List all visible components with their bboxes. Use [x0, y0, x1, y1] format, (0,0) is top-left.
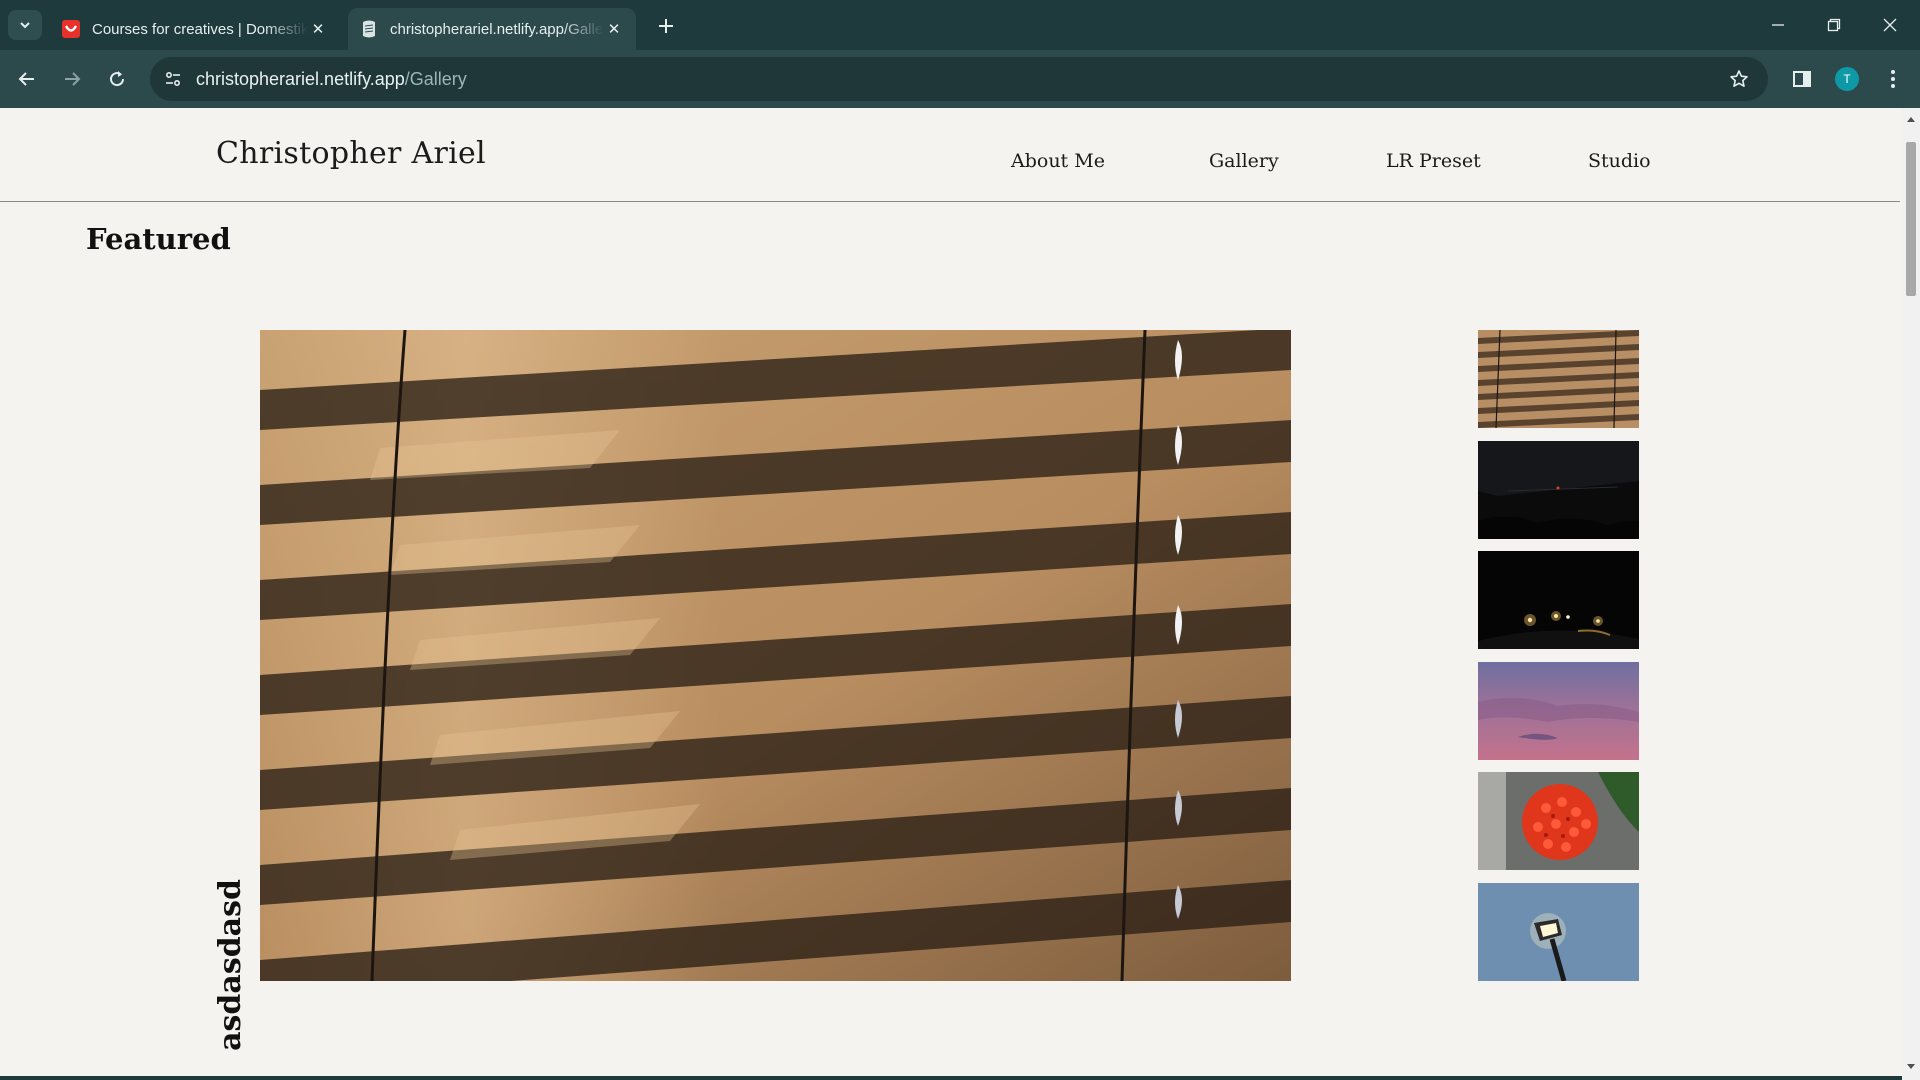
chevron-down-icon: [20, 22, 30, 29]
back-arrow-icon: [18, 72, 34, 86]
tab-title: christopherariel.netlify.app/Gallery: [390, 20, 604, 38]
avatar: T: [1835, 67, 1859, 91]
new-tab-button[interactable]: [652, 12, 680, 40]
page-scrollbar[interactable]: [1902, 108, 1920, 1080]
featured-heading: Featured: [86, 222, 231, 256]
scroll-down-arrow-icon[interactable]: [1902, 1058, 1920, 1076]
browser-toolbar: christopherariel.netlify.app/Gallery T: [0, 50, 1920, 108]
site-info-icon[interactable]: [158, 64, 188, 94]
nav-link-about-me[interactable]: About Me: [1011, 150, 1105, 172]
reload-icon: [110, 71, 125, 87]
window-blinds-photo[interactable]: [260, 330, 1291, 981]
minimize-button[interactable]: [1750, 6, 1806, 44]
tab-title: Courses for creatives | Domestika: [92, 20, 308, 38]
address-bar[interactable]: christopherariel.netlify.app/Gallery: [150, 57, 1768, 101]
nav-link-gallery[interactable]: Gallery: [1209, 150, 1279, 172]
bookmark-star-icon[interactable]: [1724, 64, 1754, 94]
forward-arrow-icon: [65, 72, 81, 86]
purple-sunset-clouds-thumbnail[interactable]: [1478, 662, 1639, 760]
profile-button[interactable]: T: [1830, 62, 1864, 96]
window-blinds-thumbnail[interactable]: [1478, 330, 1639, 428]
window-bottom-edge: [0, 1076, 1902, 1080]
tab-domestika[interactable]: Courses for creatives | Domestika ✕: [50, 8, 340, 50]
plus-icon: [659, 19, 673, 33]
url-path: /Gallery: [404, 68, 467, 89]
photo-caption: asdasdasd: [208, 838, 248, 1080]
more-vertical-icon: [1891, 70, 1895, 88]
minimize-icon: [1772, 24, 1784, 26]
domestika-icon: [62, 20, 80, 38]
tab-gallery[interactable]: christopherariel.netlify.app/Gallery ✕: [348, 8, 636, 50]
side-panel-button[interactable]: [1785, 62, 1819, 96]
browser-tab-strip: Courses for creatives | Domestika ✕ chri…: [0, 0, 1920, 50]
close-tab-icon[interactable]: ✕: [308, 19, 328, 39]
night-street-lights-thumbnail[interactable]: [1478, 551, 1639, 649]
site-brand[interactable]: Christopher Ariel: [216, 136, 486, 171]
close-icon: [1883, 18, 1897, 32]
nav-link-studio[interactable]: Studio: [1588, 150, 1651, 172]
side-panel-icon: [1793, 71, 1811, 87]
street-lamp-thumbnail[interactable]: [1478, 883, 1639, 981]
dark-night-sky-thumbnail[interactable]: [1478, 441, 1639, 539]
scrollbar-thumb[interactable]: [1906, 142, 1916, 296]
back-button[interactable]: [10, 62, 44, 96]
restore-icon: [1827, 18, 1841, 32]
photo-caption-text: asdasdasd: [213, 879, 248, 1051]
reload-button[interactable]: [100, 62, 134, 96]
netlify-page-icon: [360, 20, 378, 38]
scroll-up-arrow-icon[interactable]: [1902, 110, 1920, 128]
close-tab-icon[interactable]: ✕: [604, 19, 624, 39]
page-viewport: Christopher Ariel About Me Gallery LR Pr…: [0, 108, 1902, 1080]
restore-button[interactable]: [1806, 6, 1862, 44]
close-window-button[interactable]: [1862, 6, 1918, 44]
site-header: Christopher Ariel About Me Gallery LR Pr…: [0, 108, 1900, 202]
url-host: christopherariel.netlify.app: [196, 68, 405, 89]
url-text: christopherariel.netlify.app/Gallery: [196, 69, 467, 90]
forward-button[interactable]: [55, 62, 89, 96]
tab-search-button[interactable]: [8, 10, 42, 40]
red-ixora-flower-thumbnail[interactable]: [1478, 772, 1639, 870]
browser-menu-button[interactable]: [1876, 62, 1910, 96]
nav-link-lr-preset[interactable]: LR Preset: [1386, 150, 1481, 172]
